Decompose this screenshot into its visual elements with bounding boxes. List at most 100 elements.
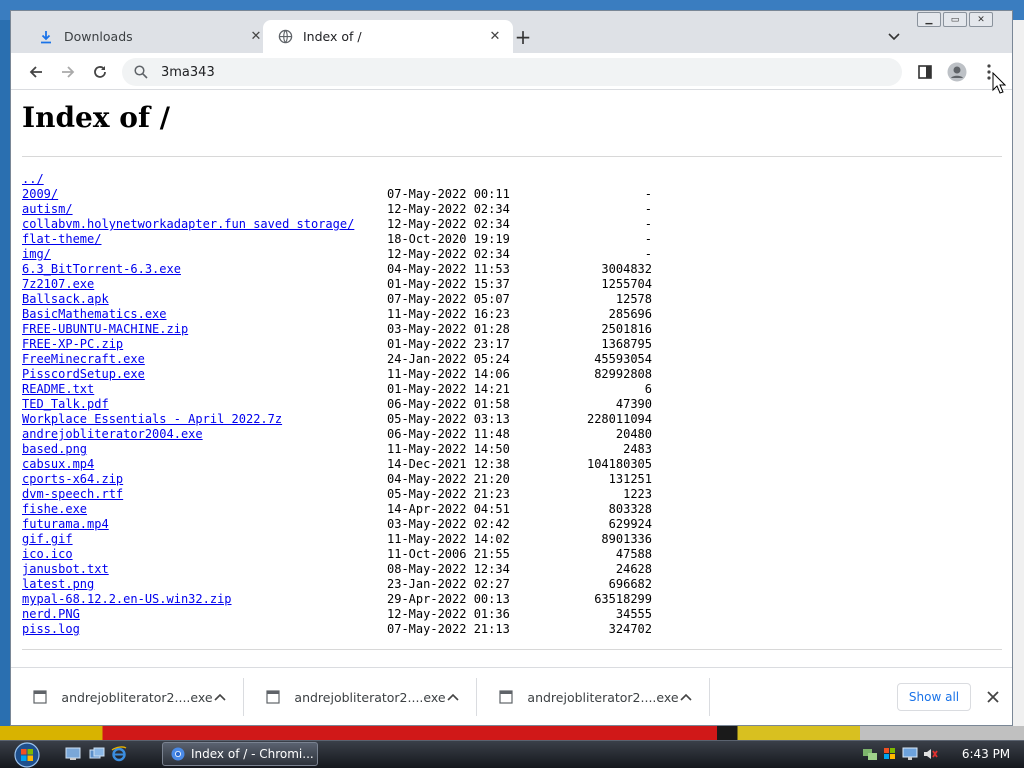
file-size: 104180305 (586, 457, 652, 471)
close-icon[interactable]: ✕ (248, 29, 264, 45)
download-item[interactable]: andrejobliterator2....exe (11, 678, 244, 716)
file-link[interactable]: flat-theme/ (22, 232, 101, 247)
new-tab-button[interactable]: + (513, 25, 533, 49)
file-link[interactable]: ../ (22, 172, 44, 187)
taskbar-chromium-button[interactable]: Index of / - Chromi... (162, 742, 318, 766)
file-link[interactable]: janusbot.txt (22, 562, 109, 577)
file-size: 6 (644, 382, 652, 396)
file-link[interactable]: FreeMinecraft.exe (22, 352, 145, 367)
network-icon[interactable] (862, 746, 878, 762)
file-link[interactable]: cabsux.mp4 (22, 457, 94, 472)
file-link[interactable]: 2009/ (22, 187, 58, 202)
minimize-button[interactable]: ▁ (917, 12, 941, 27)
file-size: 20480 (615, 427, 652, 441)
volume-muted-icon[interactable] (922, 746, 938, 762)
file-link[interactable]: based.png (22, 442, 87, 457)
file-link[interactable]: TED_Talk.pdf (22, 397, 109, 412)
file-link[interactable]: PisscordSetup.exe (22, 367, 145, 382)
tab-title: Downloads (64, 29, 133, 44)
file-date: 11-May-2022 16:23 (387, 307, 510, 321)
show-all-button[interactable]: Show all (897, 683, 971, 711)
file-link[interactable]: futurama.mp4 (22, 517, 109, 532)
tab-downloads[interactable]: Downloads ✕ (24, 20, 274, 53)
forward-arrow-icon[interactable] (58, 62, 78, 82)
file-date: 12-May-2022 02:34 (387, 217, 510, 231)
file-link[interactable]: img/ (22, 247, 51, 262)
globe-icon (277, 29, 293, 45)
file-link[interactable]: fishe.exe (22, 502, 87, 517)
tab-index-of[interactable]: Index of / ✕ (263, 20, 513, 53)
file-link[interactable]: ico.ico (22, 547, 73, 562)
file-link[interactable]: nerd.PNG (22, 607, 80, 622)
start-button[interactable] (6, 741, 48, 768)
file-date: 11-May-2022 14:06 (387, 367, 510, 381)
side-panel-icon[interactable] (915, 62, 935, 82)
download-name: andrejobliterator2....exe (294, 689, 446, 705)
file-link[interactable]: mypal-68.12.2.en-US.win32.zip (22, 592, 232, 607)
close-window-button[interactable]: ✕ (969, 12, 993, 27)
file-link[interactable]: BasicMathematics.exe (22, 307, 167, 322)
file-link[interactable]: dvm-speech.rtf (22, 487, 123, 502)
file-date: 01-May-2022 14:21 (387, 382, 510, 396)
download-item[interactable]: andrejobliterator2....exe (244, 678, 477, 716)
file-link[interactable]: autism/ (22, 202, 73, 217)
file-link[interactable]: gif.gif (22, 532, 73, 547)
file-link[interactable]: FREE-UBUNTU-MACHINE.zip (22, 322, 188, 337)
file-date: 23-Jan-2022 02:27 (387, 577, 510, 591)
file-size: 1255704 (601, 277, 652, 291)
file-size: 696682 (608, 577, 652, 591)
file-date: 11-May-2022 14:50 (387, 442, 510, 456)
chevron-up-icon[interactable] (446, 689, 460, 705)
file-size: 285696 (608, 307, 652, 321)
file-size: 1223 (623, 487, 652, 501)
back-arrow-icon[interactable] (26, 62, 46, 82)
file-link[interactable]: andrejobliterator2004.exe (22, 427, 203, 442)
file-link[interactable]: collabvm.holynetworkadapter.fun saved st… (22, 217, 354, 232)
address-bar[interactable]: 3ma343 (122, 58, 902, 86)
file-date: 14-Dec-2021 12:38 (387, 457, 510, 471)
file-icon (499, 689, 513, 705)
file-size: 82992808 (594, 367, 652, 381)
display-icon[interactable] (902, 746, 918, 762)
file-date: 05-May-2022 03:13 (387, 412, 510, 426)
search-icon (134, 64, 150, 80)
close-icon[interactable] (984, 688, 1002, 706)
profile-avatar-icon[interactable] (947, 62, 967, 82)
page-title: Index of / (22, 101, 170, 134)
file-icon (266, 689, 280, 705)
file-date: 04-May-2022 21:20 (387, 472, 510, 486)
switch-windows-icon[interactable] (88, 745, 106, 763)
security-flag-icon[interactable] (882, 746, 898, 762)
download-item[interactable]: andrejobliterator2....exe (477, 678, 710, 716)
close-icon[interactable]: ✕ (487, 29, 503, 45)
chevron-up-icon[interactable] (213, 689, 227, 705)
file-link[interactable]: FREE-XP-PC.zip (22, 337, 123, 352)
show-desktop-icon[interactable] (64, 745, 82, 763)
file-size: 24628 (615, 562, 652, 576)
file-link[interactable]: README.txt (22, 382, 94, 397)
maximize-button[interactable]: ▭ (943, 12, 967, 27)
file-date: 07-May-2022 21:13 (387, 622, 510, 636)
file-link[interactable]: Ballsack.apk (22, 292, 109, 307)
file-link[interactable]: 6.3_BitTorrent-6.3.exe (22, 262, 181, 277)
file-link[interactable]: 7z2107.exe (22, 277, 94, 292)
file-link[interactable]: piss.log (22, 622, 80, 637)
download-icon (38, 29, 54, 45)
reload-icon[interactable] (90, 62, 110, 82)
address-text: 3ma343 (161, 64, 215, 80)
file-size: - (644, 232, 652, 246)
chevron-up-icon[interactable] (679, 689, 693, 705)
file-link[interactable]: cports-x64.zip (22, 472, 123, 487)
file-size: 45593054 (594, 352, 652, 366)
file-link[interactable]: Workplace Essentials - April 2022.7z (22, 412, 282, 427)
file-date: 07-May-2022 00:11 (387, 187, 510, 201)
file-size: 34555 (615, 607, 652, 621)
file-link[interactable]: latest.png (22, 577, 94, 592)
file-date: 08-May-2022 12:34 (387, 562, 510, 576)
chevron-down-icon[interactable] (885, 28, 903, 46)
divider (22, 649, 1002, 650)
download-name: andrejobliterator2....exe (527, 689, 679, 705)
internet-explorer-icon[interactable] (110, 745, 128, 763)
desktop-background-right (1012, 20, 1024, 726)
system-tray (862, 742, 938, 766)
